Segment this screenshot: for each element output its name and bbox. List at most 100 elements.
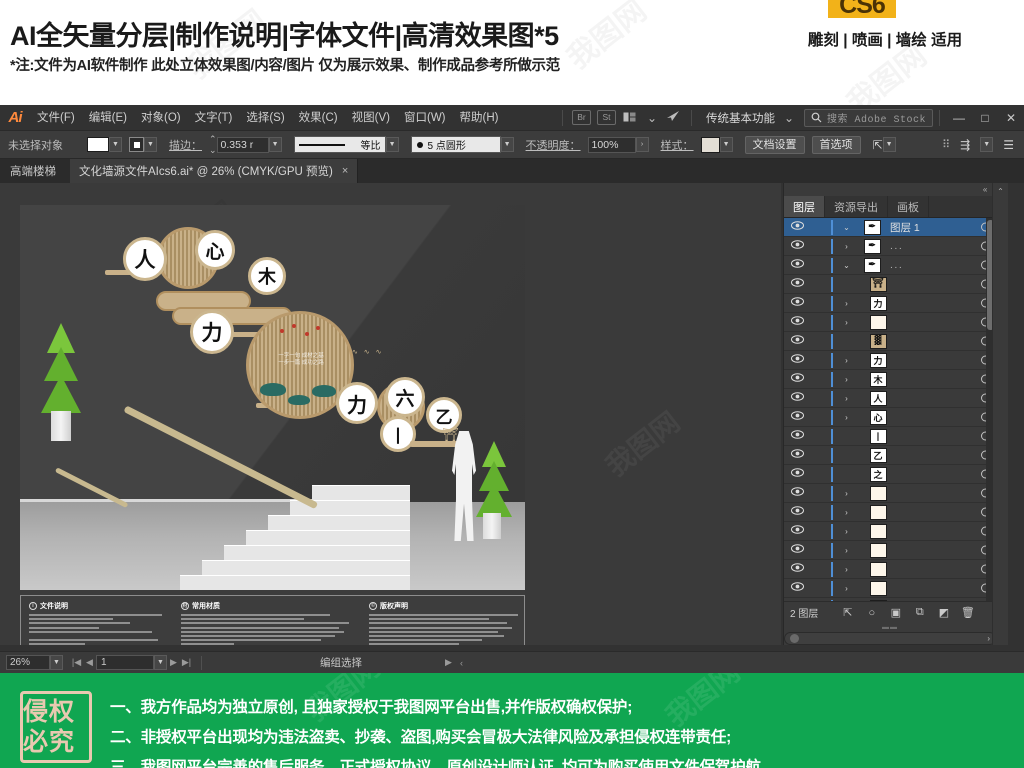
tab-artboards[interactable]: 画板 [888,196,929,217]
style-chevron-down-icon[interactable]: ▼ [719,137,733,152]
profile-chevron-down-icon[interactable]: ▼ [385,137,399,152]
menu-window[interactable]: 窗口(W) [397,105,453,131]
artboard-chevron-down-icon[interactable]: ▼ [154,655,167,670]
graphic-style-swatch[interactable] [700,136,720,153]
layer-expand-arrow-icon[interactable]: › [836,565,857,574]
layer-visibility-eye-icon[interactable] [784,392,810,404]
locate-object-icon[interactable]: ⇱ [836,606,859,619]
brush-chevron-down-icon[interactable]: ▼ [500,137,514,152]
duplicate-layer-icon[interactable]: ◩ [932,606,955,619]
layer-visibility-eye-icon[interactable] [784,259,810,271]
fill-color-swatch[interactable] [87,137,109,152]
layer-expand-arrow-icon[interactable]: › [836,546,857,555]
select-similar-chevron-down-icon[interactable]: ▼ [882,137,896,152]
layer-visibility-eye-icon[interactable] [784,563,810,575]
status-expand-icon[interactable]: ▶ [442,657,455,668]
menu-object[interactable]: 对象(O) [134,105,188,131]
layer-list[interactable]: ⌄✒图层 1›✒...⌄✒...⛩›力›▓›力›木›人›心丨乙之››››››› [784,218,996,608]
align-grid-icon[interactable]: ⠿ [942,138,950,151]
layer-row[interactable]: › 力 [784,294,996,313]
stroke-stepper-icon[interactable]: ⌃ ⌄ [209,134,217,156]
tab-layers[interactable]: 图层 [784,196,825,217]
stock-button[interactable]: St [596,110,616,125]
opacity-value-field[interactable]: 100% [587,136,636,153]
stroke-weight-label[interactable]: 描边： [169,137,202,153]
layer-visibility-eye-icon[interactable] [784,468,810,480]
menu-effect[interactable]: 效果(C) [292,105,345,131]
fill-chevron-down-icon[interactable]: ▼ [109,137,122,152]
create-new-layer-icon[interactable]: ⧉ [908,606,931,619]
menu-select[interactable]: 选择(S) [239,105,291,131]
artboard[interactable]: 一字一句 成材之基 一步一篇 成功之路 ∿ ∿ ∿ 人 心 木 力 力 六 乙 … [20,205,525,645]
zoom-chevron-down-icon[interactable]: ▼ [50,655,63,670]
layer-row[interactable]: 之 [784,465,996,484]
layer-visibility-eye-icon[interactable] [784,354,810,366]
layer-expand-arrow-icon[interactable]: › [836,242,857,251]
select-similar-icon[interactable]: ⇱ [873,138,883,152]
tab-asset-export[interactable]: 资源导出 [825,196,888,217]
layer-visibility-eye-icon[interactable] [784,411,810,423]
layer-visibility-eye-icon[interactable] [784,544,810,556]
layer-expand-arrow-icon[interactable]: › [836,584,857,593]
layer-row[interactable]: › [784,560,996,579]
previous-artboard-icon[interactable]: ◀ [83,657,96,668]
canvas-area[interactable]: 我图网 我图网 我图网 我图网 [0,183,781,645]
next-artboard-icon[interactable]: ▶ [167,657,180,668]
window-close-button[interactable]: ✕ [998,105,1024,131]
layer-visibility-eye-icon[interactable] [784,506,810,518]
delete-layer-icon[interactable]: 🗑 [956,606,979,619]
menu-view[interactable]: 视图(V) [345,105,397,131]
layer-row[interactable]: 乙 [784,446,996,465]
layer-visibility-eye-icon[interactable] [784,373,810,385]
layer-expand-arrow-icon[interactable]: › [836,318,857,327]
workspace-chevron-down-icon[interactable]: ⌄ [779,109,799,127]
window-maximize-button[interactable]: □ [972,105,998,131]
document-tab-close-icon[interactable]: × [342,165,348,177]
make-clipping-mask-icon[interactable]: ○ [860,607,883,619]
layer-name-label[interactable]: ... [887,240,903,252]
layer-visibility-eye-icon[interactable] [784,525,810,537]
create-sublayer-icon[interactable]: ▣ [884,606,907,619]
layer-expand-arrow-icon[interactable]: › [836,489,857,498]
layer-row[interactable]: › [784,503,996,522]
layer-visibility-eye-icon[interactable] [784,221,810,233]
last-artboard-icon[interactable]: ▶| [180,657,193,668]
layer-visibility-eye-icon[interactable] [784,430,810,442]
layer-expand-arrow-icon[interactable]: › [836,527,857,536]
status-collapse-icon[interactable]: ‹ [455,658,468,668]
layer-visibility-eye-icon[interactable] [784,487,810,499]
stroke-weight-field[interactable]: 0.353 r [216,136,269,153]
distribute-icon[interactable]: ⇶ [960,138,970,152]
panel-strip-chevron-icon[interactable]: › [987,634,990,643]
layer-row[interactable]: › 心 [784,408,996,427]
artboard-number-field[interactable]: 1 [96,655,154,670]
layer-row[interactable]: › [784,522,996,541]
layer-row[interactable]: › ✒... [784,237,996,256]
layer-visibility-eye-icon[interactable] [784,297,810,309]
layer-row[interactable]: › [784,484,996,503]
layer-expand-arrow-icon[interactable]: › [836,394,857,403]
brush-definition-selector[interactable]: 5 点圆形 [410,136,501,153]
opacity-chevron-icon[interactable]: › [635,137,649,152]
layer-row[interactable]: ⛩ [784,275,996,294]
first-artboard-icon[interactable]: |◀ [70,657,83,668]
layer-expand-arrow-icon[interactable]: › [836,375,857,384]
bridge-button[interactable]: Br [571,110,591,125]
layer-visibility-eye-icon[interactable] [784,335,810,347]
layer-row[interactable]: ⌄ ✒ 图层 1 [784,218,996,237]
adobe-stock-search[interactable]: 搜索 Adobe Stock [803,108,933,127]
layer-name-label[interactable]: ... [887,259,903,271]
layer-expand-arrow-icon[interactable]: › [836,413,857,422]
behance-share-icon[interactable] [664,109,684,127]
menu-help[interactable]: 帮助(H) [453,105,506,131]
layer-row[interactable]: › 力 [784,351,996,370]
panel-collapse-icon[interactable]: « [983,185,987,194]
layer-row[interactable]: › 人 [784,389,996,408]
layer-expand-arrow-icon[interactable]: › [836,508,857,517]
layer-row[interactable]: › [784,313,996,332]
window-minimize-button[interactable]: — [946,105,972,131]
panel-menu-icon[interactable]: ☰ [1003,138,1014,152]
layer-expand-arrow-icon[interactable]: ⌄ [836,261,857,270]
graphic-style-label[interactable]: 样式： [661,137,694,153]
layer-visibility-eye-icon[interactable] [784,240,810,252]
